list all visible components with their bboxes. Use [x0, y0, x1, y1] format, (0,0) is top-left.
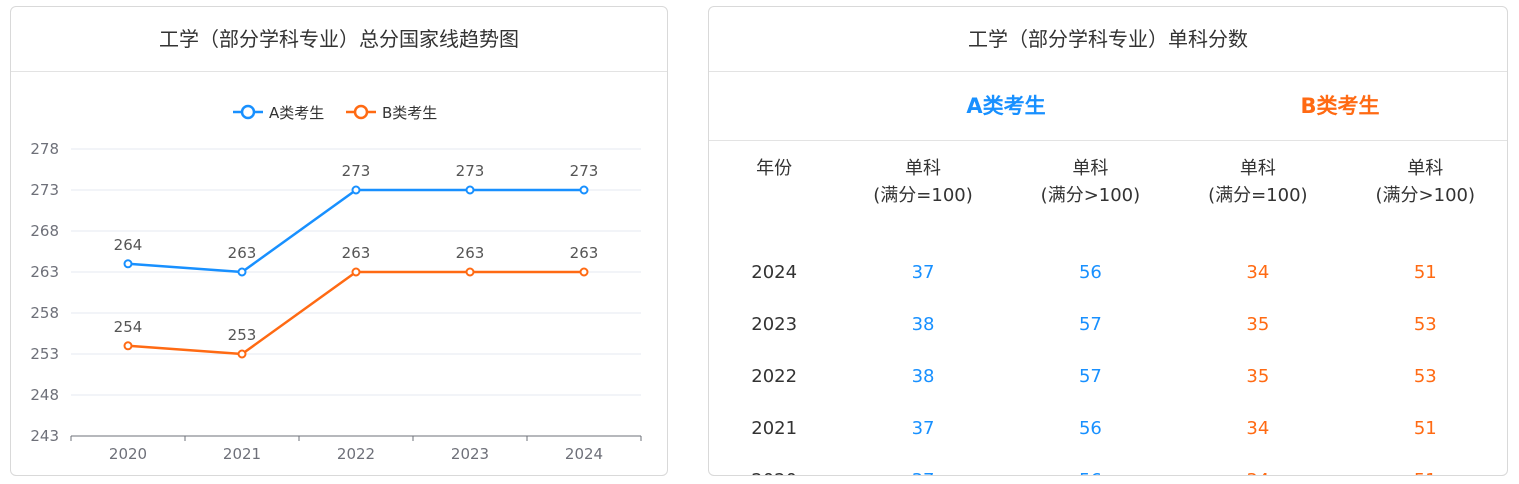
data-point-b: [237, 349, 247, 359]
data-label-a: 273: [342, 162, 371, 180]
data-label-a: 273: [570, 162, 599, 180]
cell-a-full100: 37: [911, 261, 935, 283]
cell-a-fullgt100: 56: [1007, 454, 1174, 476]
data-point-a: [579, 185, 589, 195]
y-tick-label: 273: [30, 181, 59, 199]
single-subject-card: 工学（部分学科专业）单科分数 A类考生 B类考生 年份 单科 (满分=100) …: [708, 6, 1508, 476]
cell-b-full100: 35: [1246, 313, 1270, 335]
y-tick-label: 268: [30, 222, 59, 240]
table-row: 2020 37 56 34 51: [709, 454, 1507, 476]
data-label-b: 263: [456, 244, 485, 262]
data-label-b: 263: [570, 244, 599, 262]
chart-area: 243 248 253 258 263 268 273 278 2020 2021 2022 2023…: [11, 72, 667, 475]
cell-b-full100: 35: [1246, 365, 1270, 387]
cell-a-fullgt100: 57: [1078, 313, 1102, 335]
cell-b-fullgt100: 51: [1342, 454, 1507, 476]
cell-a-full100: 37: [911, 417, 935, 439]
data-point-a: [465, 185, 475, 195]
data-point-b: [123, 341, 133, 351]
cell-b-full100: 34: [1246, 261, 1270, 283]
cell-year: 2021: [751, 417, 798, 439]
data-point-a: [123, 259, 133, 269]
chart-card-title: 工学（部分学科专业）总分国家线趋势图: [11, 7, 667, 72]
cell-a-fullgt100: 57: [1078, 365, 1102, 387]
data-point-b: [579, 267, 589, 277]
x-tick-label: 2024: [565, 445, 603, 463]
data-point-b: [351, 267, 361, 277]
x-tick-label: 2022: [337, 445, 375, 463]
x-tick-label: 2023: [451, 445, 489, 463]
data-label-a: 273: [456, 162, 485, 180]
y-tick-label: 243: [30, 427, 59, 445]
cell-year: 2022: [751, 365, 798, 387]
line-chart: 243 248 253 258 263 268 273 278 2020 2021 2022 2023…: [30, 104, 642, 463]
legend-marker-b: [353, 104, 369, 120]
table-row: 2023 38 57 35 53: [709, 298, 1507, 350]
group-b-label: B类考生: [1300, 94, 1380, 118]
group-a-label: A类考生: [966, 94, 1046, 118]
legend-marker-a: [240, 104, 256, 120]
x-tick-label: 2021: [223, 445, 261, 463]
data-point-a: [237, 267, 247, 277]
header-b-fullgt100: 单科 (满分>100): [1375, 158, 1475, 206]
header-b-full100: 单科 (满分=100): [1208, 158, 1308, 206]
table-row: 2024 37 56 34 51: [709, 246, 1507, 298]
y-tick-label: 278: [30, 140, 59, 158]
cell-a-fullgt100: 56: [1078, 417, 1102, 439]
cell-b-fullgt100: 51: [1413, 417, 1437, 439]
cell-a-full100: 38: [911, 365, 935, 387]
y-tick-label: 253: [30, 345, 59, 363]
table-row: 2022 38 57 35 53: [709, 350, 1507, 402]
table-row: 2021 37 56 34 51: [709, 402, 1507, 454]
x-tick-label: 2020: [109, 445, 147, 463]
cell-year: 2020: [709, 454, 839, 476]
data-label-a: 263: [228, 244, 257, 262]
cell-b-full100: 34: [1174, 454, 1341, 476]
data-point-a: [351, 185, 361, 195]
cell-year: 2023: [751, 313, 798, 335]
header-a-full100: 单科 (满分=100): [873, 158, 973, 206]
group-header-row: A类考生 B类考生: [709, 72, 1507, 141]
data-label-b: 263: [342, 244, 371, 262]
cell-b-fullgt100: 53: [1413, 365, 1437, 387]
header-a-fullgt100: 单科 (满分>100): [1040, 158, 1141, 206]
table-card-title: 工学（部分学科专业）单科分数: [709, 7, 1507, 72]
cell-year: 2024: [751, 261, 798, 283]
cell-a-full100: 38: [911, 313, 935, 335]
y-tick-label: 248: [30, 386, 59, 404]
data-point-b: [465, 267, 475, 277]
data-label-a: 264: [114, 236, 143, 254]
legend-label-b: B类考生: [382, 104, 437, 122]
cell-a-fullgt100: 56: [1078, 261, 1102, 283]
cell-b-fullgt100: 51: [1413, 261, 1437, 283]
y-tick-label: 258: [30, 304, 59, 322]
score-table: 年份 单科 (满分=100) 单科 (满分>100) 单科 (满分=100) 单…: [709, 141, 1507, 476]
cell-a-full100: 37: [839, 454, 1006, 476]
trend-chart-card: 工学（部分学科专业）总分国家线趋势图 243 248 253 258 263 268 273…: [10, 6, 668, 476]
legend-label-a: A类考生: [269, 104, 324, 122]
data-label-b: 254: [114, 318, 143, 336]
table-header-row: 年份 单科 (满分=100) 单科 (满分>100) 单科 (满分=100) 单…: [709, 141, 1507, 246]
y-tick-label: 263: [30, 263, 59, 281]
cell-b-full100: 34: [1246, 417, 1270, 439]
data-label-b: 253: [228, 326, 257, 344]
cell-b-fullgt100: 53: [1413, 313, 1437, 335]
header-year: 年份: [756, 158, 793, 179]
